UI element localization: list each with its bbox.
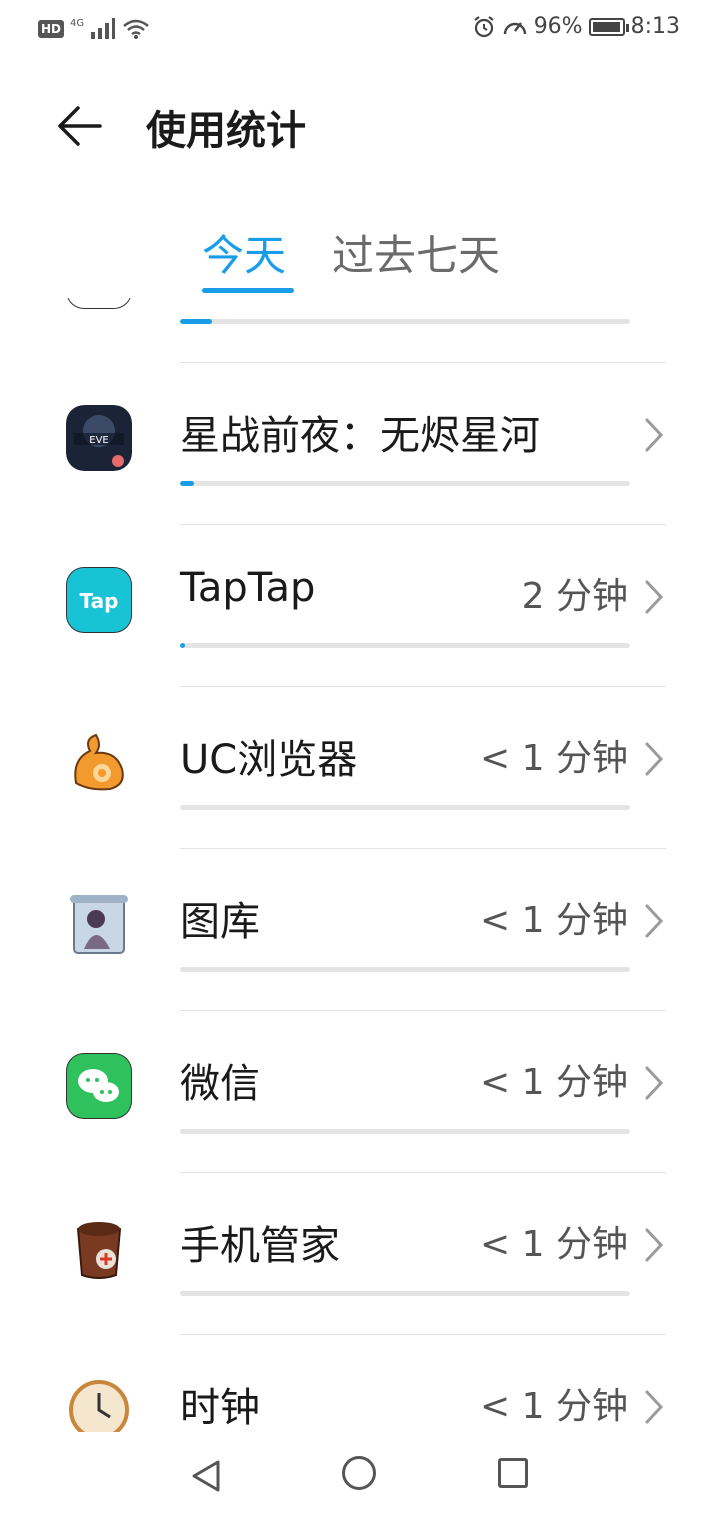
app-usage-row[interactable]: EVE 星战前夜：无烬星河 — [0, 363, 720, 525]
app-name: 微信 — [180, 1061, 260, 1107]
alarm-icon — [474, 15, 494, 37]
status-right: 96% 8:13 — [472, 14, 680, 39]
speed-icon — [503, 21, 526, 34]
usage-progress-track — [180, 1291, 630, 1296]
battery-percent: 96% — [533, 14, 583, 39]
app-name: 星战前夜：无烬星河 — [180, 413, 540, 459]
clock-icon — [66, 1377, 132, 1432]
navigation-bar — [0, 1432, 720, 1520]
header: 使用统计 — [0, 72, 720, 182]
app-usage-row[interactable]: UC浏览器 < 1 分钟 — [0, 687, 720, 849]
app-usage-time: < 1 分钟 — [480, 1224, 628, 1265]
chevron-right-icon — [645, 904, 664, 938]
app-usage-row[interactable]: 时钟 < 1 分钟 — [0, 1335, 720, 1432]
nav-home-icon[interactable] — [342, 1456, 376, 1490]
usage-progress-fill — [180, 319, 212, 324]
app-usage-row[interactable]: 100作业帮11 分钟 — [0, 298, 720, 363]
wechat-icon — [66, 1053, 132, 1119]
tab-indicator — [202, 288, 294, 293]
chevron-right-icon — [645, 1228, 664, 1262]
app-usage-time: < 1 分钟 — [480, 738, 628, 779]
app-name: 手机管家 — [180, 1223, 340, 1269]
app-name: TapTap — [180, 565, 316, 611]
uc-browser-icon — [66, 729, 132, 795]
svg-text:Tap: Tap — [80, 589, 119, 613]
app-usage-row[interactable]: 图库 < 1 分钟 — [0, 849, 720, 1011]
app-name: UC浏览器 — [180, 737, 358, 783]
wifi-icon — [123, 19, 149, 39]
tab-today[interactable]: 今天 — [202, 222, 286, 283]
app-usage-time: < 1 分钟 — [480, 1062, 628, 1103]
status-left: HD 4G — [38, 18, 150, 40]
usage-progress-track — [180, 967, 630, 972]
signal-icon — [91, 18, 116, 39]
usage-progress-track — [180, 643, 630, 648]
usage-progress-track — [180, 1129, 630, 1134]
usage-progress-track — [180, 805, 630, 810]
eve-echoes-icon: EVE — [66, 405, 132, 471]
network-type: 4G — [70, 17, 85, 29]
status-bar: HD 4G 96% 8:13 — [0, 0, 720, 62]
nav-back-icon[interactable] — [188, 1458, 224, 1494]
hd-badge: HD — [38, 20, 65, 38]
chevron-right-icon — [645, 742, 664, 776]
app-usage-list[interactable]: 100作业帮11 分钟EVE星战前夜：无烬星河TapTapTap2 分钟UC浏览… — [0, 298, 720, 1432]
back-arrow-icon[interactable] — [54, 102, 106, 150]
homework-100-icon: 100 — [66, 298, 132, 309]
app-usage-time: < 1 分钟 — [480, 1386, 628, 1427]
tab-bar: 今天 过去七天 — [0, 222, 720, 298]
page-title: 使用统计 — [146, 108, 306, 154]
app-usage-time: < 1 分钟 — [480, 900, 628, 941]
usage-progress-fill — [180, 481, 194, 486]
app-usage-row[interactable]: Tap TapTap 2 分钟 — [0, 525, 720, 687]
phone-manager-icon — [66, 1215, 132, 1281]
app-usage-time: 2 分钟 — [521, 576, 628, 617]
usage-progress-track — [180, 319, 630, 324]
tab-past-seven-days[interactable]: 过去七天 — [332, 222, 500, 283]
chevron-right-icon — [645, 1066, 664, 1100]
chevron-right-icon — [645, 418, 664, 452]
taptap-icon: Tap — [66, 567, 132, 633]
nav-recents-icon[interactable] — [498, 1458, 528, 1488]
clock-time: 8:13 — [630, 14, 680, 39]
battery-level — [592, 21, 620, 32]
usage-progress-track — [180, 481, 630, 486]
chevron-right-icon — [645, 1390, 664, 1424]
app-usage-row[interactable]: 手机管家 < 1 分钟 — [0, 1173, 720, 1335]
chevron-right-icon — [645, 580, 664, 614]
usage-progress-fill — [180, 643, 185, 648]
app-name: 时钟 — [180, 1385, 260, 1431]
app-name: 作业帮 — [180, 298, 300, 299]
app-name: 图库 — [180, 899, 260, 945]
app-usage-row[interactable]: 微信 < 1 分钟 — [0, 1011, 720, 1173]
svg-text:EVE: EVE — [89, 435, 108, 446]
battery-icon — [588, 17, 629, 36]
gallery-icon — [66, 891, 132, 957]
